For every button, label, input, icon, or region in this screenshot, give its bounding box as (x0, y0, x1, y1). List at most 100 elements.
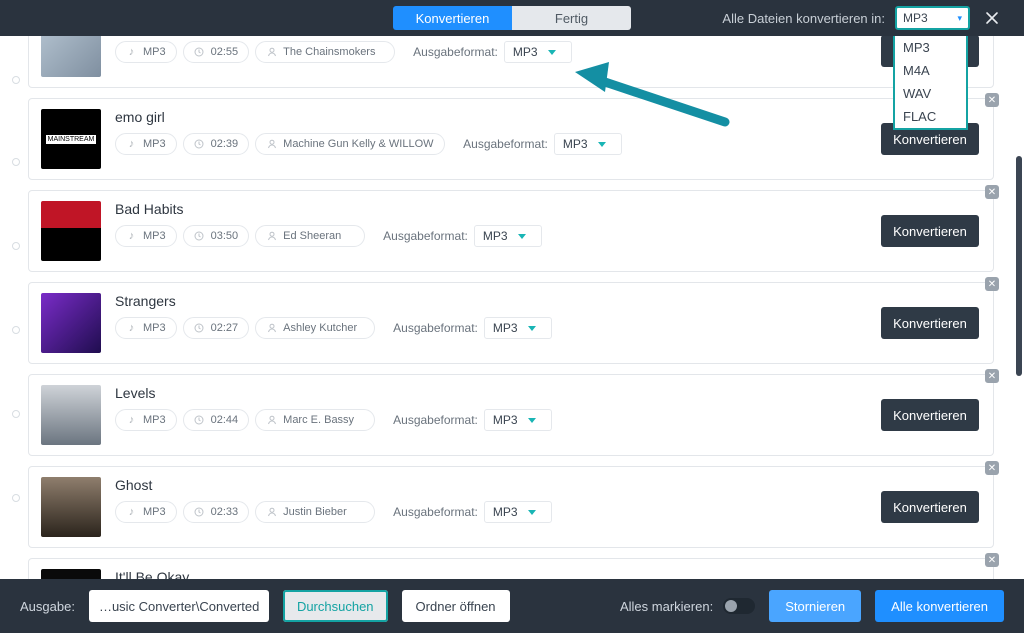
clock-icon (194, 231, 205, 242)
mark-all-toggle[interactable] (723, 598, 755, 614)
convert-button[interactable]: Konvertieren (881, 399, 979, 431)
output-format-select[interactable]: MP3 (474, 225, 542, 247)
album-art (41, 477, 101, 537)
output-path[interactable]: …usic Converter\Converted (89, 590, 269, 622)
artist-pill: Ed Sheeran (255, 225, 365, 247)
tab-done-label: Fertig (555, 11, 588, 26)
browse-button[interactable]: Durchsuchen (283, 590, 388, 622)
global-format-dropdown: MP3 M4A WAV FLAC (893, 36, 968, 130)
open-folder-button[interactable]: Ordner öffnen (402, 590, 510, 622)
track-meta: High ♪MP3 02:55 The Chainsmokers Ausgabe… (115, 36, 981, 63)
convert-button[interactable]: Konvertieren (881, 215, 979, 247)
convert-button-label: Konvertieren (893, 224, 967, 239)
tab-convert[interactable]: Konvertieren (393, 6, 512, 30)
remove-button[interactable]: ✕ (985, 185, 999, 199)
person-icon (266, 323, 277, 334)
cancel-button[interactable]: Stornieren (769, 590, 861, 622)
album-art: MAINSTREAM (41, 109, 101, 169)
remove-button[interactable]: ✕ (985, 553, 999, 567)
remove-button[interactable]: ✕ (985, 461, 999, 475)
duration-pill: 02:55 (183, 41, 250, 63)
row-selector[interactable] (12, 76, 20, 84)
output-format-label: Ausgabeformat: (393, 321, 478, 335)
convert-button[interactable]: Konvertieren (881, 307, 979, 339)
artist-pill-value: Ed Sheeran (283, 230, 341, 242)
duration-pill-value: 02:55 (211, 46, 239, 58)
format-pill: ♪MP3 (115, 501, 177, 523)
convert-button-label: Konvertieren (893, 408, 967, 423)
format-option-label: WAV (903, 86, 931, 101)
track-card: Strangers ♪MP3 02:27 Ashley Kutcher Ausg… (28, 282, 994, 364)
duration-pill-value: 02:27 (211, 322, 239, 334)
format-pill: ♪MP3 (115, 41, 177, 63)
music-note-icon: ♪ (126, 507, 137, 518)
track-list: High ♪MP3 02:55 The Chainsmokers Ausgabe… (0, 36, 1014, 579)
remove-button[interactable]: ✕ (985, 93, 999, 107)
music-note-icon: ♪ (126, 139, 137, 150)
convert-all-button[interactable]: Alle konvertieren (875, 590, 1004, 622)
row-selector[interactable] (12, 242, 20, 250)
clock-icon (194, 47, 205, 58)
person-icon (266, 47, 277, 58)
global-format-select[interactable]: MP3 ▾ (895, 6, 970, 30)
output-label: Ausgabe: (20, 599, 75, 614)
person-icon (266, 415, 277, 426)
person-icon (266, 231, 277, 242)
output-format-value: MP3 (493, 505, 518, 519)
row-selector[interactable] (12, 494, 20, 502)
tab-convert-label: Konvertieren (416, 11, 490, 26)
scrollbar[interactable] (1014, 36, 1024, 579)
album-art (41, 385, 101, 445)
global-format-label: Alle Dateien konvertieren in: (722, 11, 885, 26)
convert-all-button-label: Alle konvertieren (891, 599, 988, 614)
format-option-mp3[interactable]: MP3 (895, 36, 966, 59)
row-selector[interactable] (12, 158, 20, 166)
artist-pill: Machine Gun Kelly & WILLOW (255, 133, 445, 155)
row-selector[interactable] (12, 326, 20, 334)
format-pill-value: MP3 (143, 414, 166, 426)
mark-all-group: Alles markieren: (620, 598, 755, 614)
row-selector[interactable] (12, 410, 20, 418)
output-format-select[interactable]: MP3 (504, 41, 572, 63)
output-format-value: MP3 (493, 413, 518, 427)
track-meta: Levels ♪MP3 02:44 Marc E. Bassy Ausgabef… (115, 385, 981, 431)
chevron-down-icon (548, 50, 556, 55)
format-option-wav[interactable]: WAV (895, 82, 966, 105)
format-pill-value: MP3 (143, 322, 166, 334)
scrollbar-thumb[interactable] (1016, 156, 1022, 376)
close-icon[interactable] (980, 6, 1004, 30)
output-path-value: …usic Converter\Converted (99, 599, 259, 614)
output-format-select[interactable]: MP3 (484, 409, 552, 431)
track-meta: Strangers ♪MP3 02:27 Ashley Kutcher Ausg… (115, 293, 981, 339)
remove-button[interactable]: ✕ (985, 369, 999, 383)
track-chips: ♪MP3 02:39 Machine Gun Kelly & WILLOW Au… (115, 133, 981, 155)
track-card: It'll Be Okay ♪MP3 03:42 Shawn Mendes Au… (28, 558, 994, 579)
person-icon (266, 507, 277, 518)
output-format-value: MP3 (493, 321, 518, 335)
output-format-select[interactable]: MP3 (484, 317, 552, 339)
format-pill: ♪ MP3 (115, 133, 177, 155)
format-pill-value: MP3 (143, 230, 166, 242)
format-option-m4a[interactable]: M4A (895, 59, 966, 82)
convert-button-label: Konvertieren (893, 132, 967, 147)
format-option-flac[interactable]: FLAC (895, 105, 966, 128)
duration-pill-value: 02:39 (211, 138, 239, 150)
output-format-select[interactable]: MP3 (554, 133, 622, 155)
album-art (41, 293, 101, 353)
remove-button[interactable]: ✕ (985, 277, 999, 291)
format-pill: ♪MP3 (115, 225, 177, 247)
album-art (41, 569, 101, 579)
artist-pill: The Chainsmokers (255, 41, 395, 63)
artist-pill-value: Marc E. Bassy (283, 414, 354, 426)
track-title: emo girl (115, 109, 981, 125)
tab-done[interactable]: Fertig (512, 6, 631, 30)
duration-pill: 02:44 (183, 409, 250, 431)
track-meta: It'll Be Okay ♪MP3 03:42 Shawn Mendes Au… (115, 569, 981, 579)
music-note-icon: ♪ (126, 47, 137, 58)
format-pill-value: MP3 (143, 138, 166, 150)
track-title: Ghost (115, 477, 981, 493)
chevron-down-icon (598, 142, 606, 147)
output-format-label: Ausgabeformat: (383, 229, 468, 243)
convert-button[interactable]: Konvertieren (881, 491, 979, 523)
output-format-select[interactable]: MP3 (484, 501, 552, 523)
